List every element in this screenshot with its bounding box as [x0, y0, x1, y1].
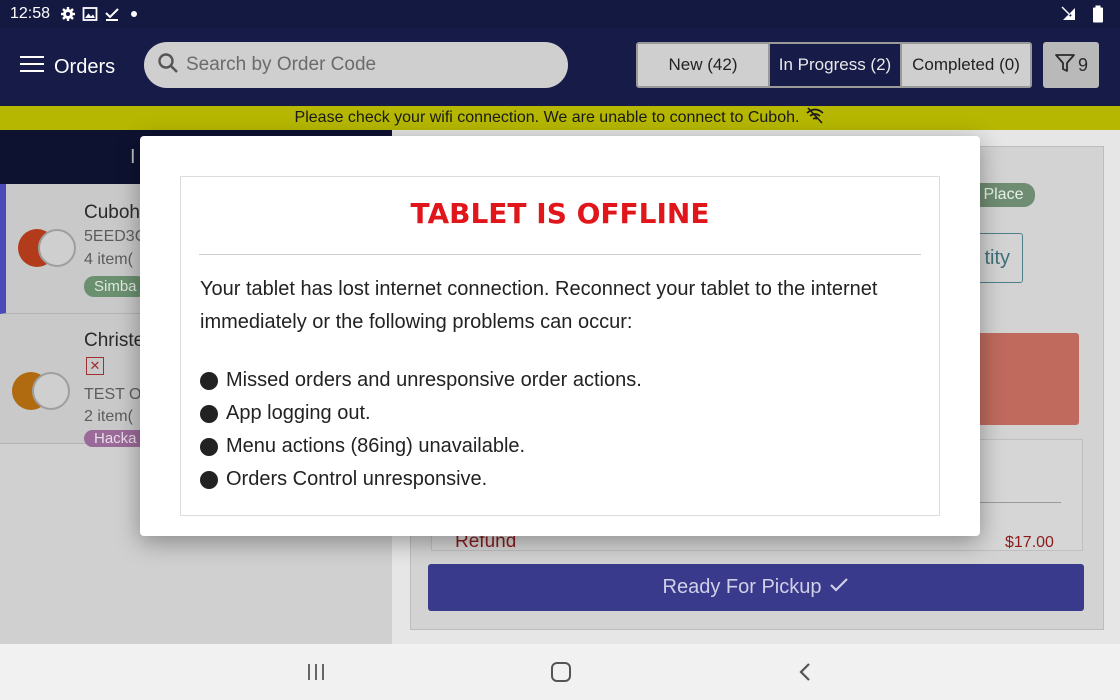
filter-icon	[1054, 52, 1076, 79]
image-icon	[80, 4, 100, 24]
list-item: Orders Control unresponsive.	[200, 463, 920, 496]
bullet-icon	[200, 371, 218, 390]
offline-dialog: TABLET IS OFFLINE Your tablet has lost i…	[140, 136, 980, 536]
home-icon[interactable]	[546, 658, 576, 686]
search-icon	[156, 51, 180, 80]
dot-icon	[124, 4, 144, 24]
status-time: 12:58	[10, 5, 51, 22]
hamburger-menu-icon[interactable]	[20, 56, 44, 78]
problem-text: App logging out.	[226, 402, 371, 424]
bullet-icon	[200, 404, 218, 423]
status-bar: 12:58	[0, 0, 1120, 28]
no-signal-icon	[1060, 4, 1080, 24]
dialog-title: TABLET IS OFFLINE	[410, 197, 710, 230]
system-nav-bar	[0, 644, 1120, 700]
download-done-icon	[102, 4, 122, 24]
tab-in-progress[interactable]: In Progress (2)	[770, 44, 902, 86]
order-status-tabs: New (42) In Progress (2) Completed (0)	[636, 42, 1032, 88]
problem-text: Orders Control unresponsive.	[226, 468, 488, 490]
back-icon[interactable]	[790, 658, 820, 686]
app-header: Orders New (42) In Progress (2) Complete…	[0, 28, 1120, 106]
filter-button[interactable]: 9	[1043, 42, 1099, 88]
divider	[199, 254, 921, 255]
tab-completed[interactable]: Completed (0)	[902, 44, 1030, 86]
list-item: App logging out.	[200, 397, 920, 430]
dialog-message: Your tablet has lost internet connection…	[200, 278, 878, 333]
gear-icon	[58, 4, 78, 24]
battery-icon	[1088, 4, 1108, 24]
list-item: Missed orders and unresponsive order act…	[200, 364, 920, 397]
bullet-icon	[200, 470, 218, 489]
search-input[interactable]	[186, 54, 546, 76]
problem-text: Missed orders and unresponsive order act…	[226, 369, 642, 391]
filter-count: 9	[1077, 54, 1088, 75]
problem-text: Menu actions (86ing) unavailable.	[226, 435, 526, 457]
bullet-icon	[200, 437, 218, 456]
list-item: Menu actions (86ing) unavailable.	[200, 430, 920, 463]
page-title: Orders	[54, 56, 116, 78]
dialog-content: TABLET IS OFFLINE Your tablet has lost i…	[180, 176, 940, 516]
search-bar[interactable]	[144, 42, 568, 88]
recent-apps-icon[interactable]	[301, 658, 331, 686]
problem-list: Missed orders and unresponsive order act…	[200, 364, 920, 496]
tab-new[interactable]: New (42)	[638, 44, 770, 86]
